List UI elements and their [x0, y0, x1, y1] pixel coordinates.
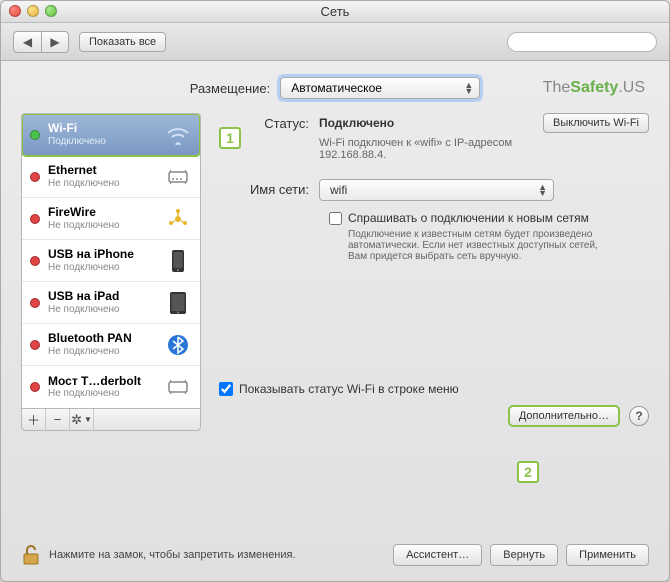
close-window-button[interactable]	[9, 5, 21, 17]
service-name: USB на iPad	[48, 289, 156, 303]
service-item-ipad[interactable]: USB на iPadНе подключено	[22, 282, 200, 324]
nav-forward-button[interactable]: ▶	[41, 31, 69, 53]
sidebar-tools: ＋ − ✲▼	[21, 409, 201, 431]
service-item-thunderbolt[interactable]: Мост T…derboltНе подключено	[22, 366, 200, 408]
service-name: Мост T…derbolt	[48, 374, 156, 388]
status-dot-icon	[30, 340, 40, 350]
service-item-ethernet[interactable]: EthernetНе подключено	[22, 156, 200, 198]
location-value: Автоматическое	[291, 81, 382, 95]
status-dot-icon	[30, 382, 40, 392]
search-input[interactable]	[520, 36, 662, 48]
show-menubar-label: Показывать статус Wi-Fi в строке меню	[239, 382, 459, 396]
service-list: Wi-Fi Подключено EthernetНе подключено	[21, 113, 201, 409]
service-name: USB на iPhone	[48, 247, 156, 261]
location-select[interactable]: Автоматическое ▲▼	[280, 77, 480, 99]
show-menubar-checkbox[interactable]	[219, 382, 233, 396]
chevron-updown-icon: ▲▼	[538, 184, 547, 196]
chevron-left-icon: ◀	[23, 35, 32, 49]
service-name: Wi-Fi	[48, 121, 156, 135]
revert-button[interactable]: Вернуть	[490, 544, 558, 566]
network-name-label: Имя сети:	[219, 179, 319, 201]
add-service-button[interactable]: ＋	[22, 409, 46, 431]
network-name-select[interactable]: wifi ▲▼	[319, 179, 554, 201]
thunderbolt-icon	[164, 373, 192, 401]
bluetooth-icon	[164, 331, 192, 359]
service-name: FireWire	[48, 205, 156, 219]
ipad-icon	[164, 289, 192, 317]
service-item-firewire[interactable]: FireWireНе подключено	[22, 198, 200, 240]
watermark: TheSafety.US	[543, 79, 645, 97]
nav-back-button[interactable]: ◀	[13, 31, 41, 53]
location-label: Размещение:	[190, 81, 271, 96]
chevron-updown-icon: ▲▼	[464, 82, 473, 94]
minimize-window-button[interactable]	[27, 5, 39, 17]
service-item-wifi[interactable]: Wi-Fi Подключено	[22, 114, 200, 156]
callout-one: 1	[219, 127, 241, 149]
firewire-icon	[164, 205, 192, 233]
titlebar: Сеть	[1, 1, 669, 23]
service-name: Ethernet	[48, 163, 156, 177]
service-status: Не подключено	[48, 388, 156, 400]
remove-service-button[interactable]: −	[46, 409, 70, 431]
service-status: Не подключено	[48, 346, 156, 358]
apply-button[interactable]: Применить	[566, 544, 649, 566]
toggle-wifi-button[interactable]: Выключить Wi-Fi	[543, 113, 649, 133]
wifi-icon	[164, 121, 192, 149]
status-dot-icon	[30, 298, 40, 308]
service-status: Не подключено	[48, 178, 156, 190]
status-description: Wi-Fi подключен к «wifi» с IP-адресом 19…	[319, 137, 529, 161]
iphone-icon	[164, 247, 192, 275]
callout-two: 2	[517, 461, 539, 483]
service-settings-button[interactable]: ✲▼	[70, 409, 94, 431]
status-dot-icon	[30, 214, 40, 224]
ask-to-join-label: Спрашивать о подключении к новым сетям	[348, 211, 598, 225]
service-name: Bluetooth PAN	[48, 331, 156, 345]
ask-to-join-description: Подключение к известным сетям будет прои…	[348, 229, 598, 262]
service-status: Подключено	[48, 136, 156, 148]
lock-button[interactable]	[21, 543, 41, 567]
unlocked-padlock-icon	[22, 544, 40, 566]
help-button[interactable]: ?	[629, 406, 649, 426]
service-item-bluetooth[interactable]: Bluetooth PANНе подключено	[22, 324, 200, 366]
service-status: Не подключено	[48, 220, 156, 232]
chevron-down-icon: ▼	[84, 415, 92, 424]
service-status: Не подключено	[48, 304, 156, 316]
service-item-iphone[interactable]: USB на iPhoneНе подключено	[22, 240, 200, 282]
lock-text: Нажмите на замок, чтобы запретить измене…	[49, 549, 385, 561]
status-dot-icon	[30, 130, 40, 140]
status-dot-icon	[30, 256, 40, 266]
ask-to-join-checkbox[interactable]	[329, 212, 342, 225]
window-title: Сеть	[321, 4, 350, 19]
gear-icon: ✲	[71, 412, 82, 428]
service-status: Не подключено	[48, 262, 156, 274]
toolbar: ◀ ▶ Показать все	[1, 23, 669, 61]
advanced-button[interactable]: Дополнительно…	[509, 406, 619, 426]
network-name-value: wifi	[330, 183, 347, 197]
chevron-right-icon: ▶	[50, 35, 59, 49]
search-field[interactable]	[507, 32, 657, 52]
show-all-button[interactable]: Показать все	[79, 32, 166, 52]
ethernet-icon	[164, 163, 192, 191]
status-dot-icon	[30, 172, 40, 182]
status-value: Подключено	[319, 116, 394, 130]
zoom-window-button[interactable]	[45, 5, 57, 17]
assistant-button[interactable]: Ассистент…	[393, 544, 482, 566]
